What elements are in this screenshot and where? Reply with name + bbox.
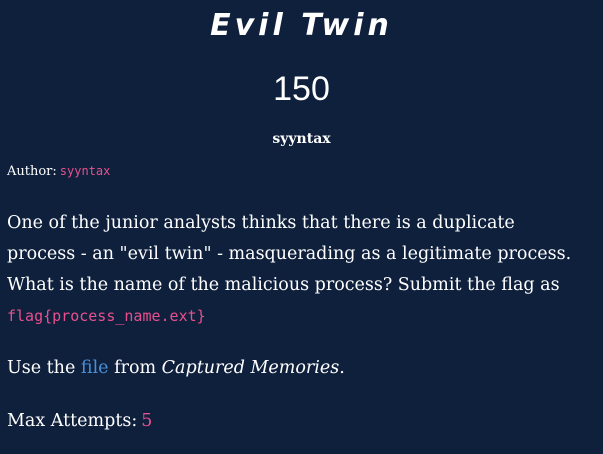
challenge-description: One of the junior analysts thinks that t… [7, 208, 587, 332]
file-link[interactable]: file [81, 358, 109, 378]
file-reference: Use the file from Captured Memories. [7, 358, 345, 378]
author-label: Author: [7, 164, 57, 179]
source-challenge: Captured Memories [161, 358, 340, 378]
attempts-value: 5 [141, 411, 153, 431]
author-line: Author: syyntax [7, 164, 110, 179]
attempts-label: Max Attempts: [7, 411, 138, 431]
flag-format: flag{process_name.ext} [7, 307, 206, 325]
challenge-title: Evil Twin [210, 8, 393, 43]
use-prefix: Use the [7, 358, 76, 378]
solver-name: syyntax [272, 131, 331, 147]
challenge-points: 150 [273, 70, 330, 108]
max-attempts: Max Attempts: 5 [7, 411, 152, 431]
challenge-panel: Evil Twin 150 syyntax Author: syyntax One… [0, 0, 603, 454]
use-suffix: . [339, 358, 345, 378]
description-text: One of the junior analysts thinks that t… [7, 213, 572, 295]
author-name: syyntax [59, 164, 111, 178]
use-middle: from [114, 358, 157, 378]
